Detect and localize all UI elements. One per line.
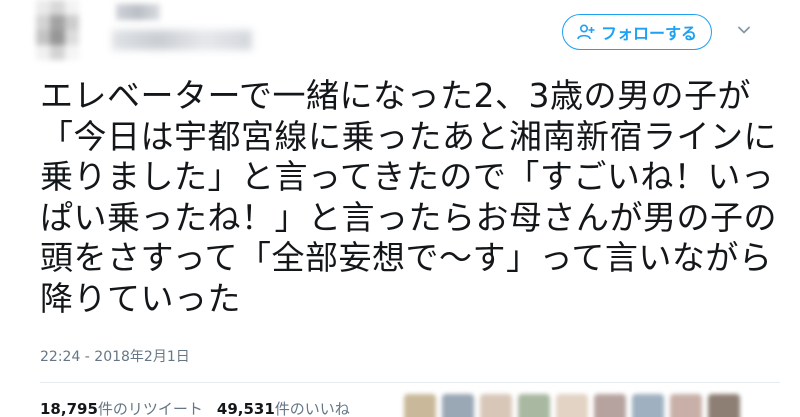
tweet-stats: 18,795件のリツイート 49,531件のいいね bbox=[40, 398, 350, 417]
liker-avatar[interactable] bbox=[404, 394, 436, 417]
avatar[interactable] bbox=[36, 0, 108, 60]
liker-avatar[interactable] bbox=[670, 394, 702, 417]
user-handle[interactable] bbox=[112, 30, 252, 50]
liker-avatar[interactable] bbox=[442, 394, 474, 417]
liker-avatar[interactable] bbox=[594, 394, 626, 417]
likes-count: 49,531 bbox=[216, 400, 275, 417]
retweets-label: 件のリツイート bbox=[97, 400, 203, 417]
likes-stat[interactable]: 49,531件のいいね bbox=[217, 398, 350, 417]
follow-button[interactable]: フォローする bbox=[562, 14, 712, 50]
chevron-down-icon[interactable] bbox=[736, 22, 752, 38]
liker-avatar[interactable] bbox=[518, 394, 550, 417]
liker-avatar[interactable] bbox=[708, 394, 740, 417]
add-person-icon bbox=[577, 24, 595, 40]
tweet-timestamp[interactable]: 22:24 - 2018年2月1日 bbox=[40, 346, 190, 366]
tweet-text: エレベーターで一緒になった2、3歳の男の子が「今日は宇都宮線に乗ったあと湘南新宿… bbox=[40, 76, 777, 318]
liker-avatars bbox=[404, 394, 740, 417]
tweet-card: フォローする エレベーターで一緒になった2、3歳の男の子が「今日は宇都宮線に乗っ… bbox=[0, 0, 800, 417]
follow-button-label: フォローする bbox=[600, 24, 697, 43]
user-display-name[interactable] bbox=[116, 4, 160, 20]
liker-avatar[interactable] bbox=[556, 394, 588, 417]
liker-avatar[interactable] bbox=[632, 394, 664, 417]
retweets-count: 18,795 bbox=[40, 400, 98, 417]
likes-label: 件のいいね bbox=[274, 400, 350, 417]
divider bbox=[40, 382, 780, 383]
liker-avatar[interactable] bbox=[480, 394, 512, 417]
retweets-stat[interactable]: 18,795件のリツイート bbox=[40, 398, 203, 417]
